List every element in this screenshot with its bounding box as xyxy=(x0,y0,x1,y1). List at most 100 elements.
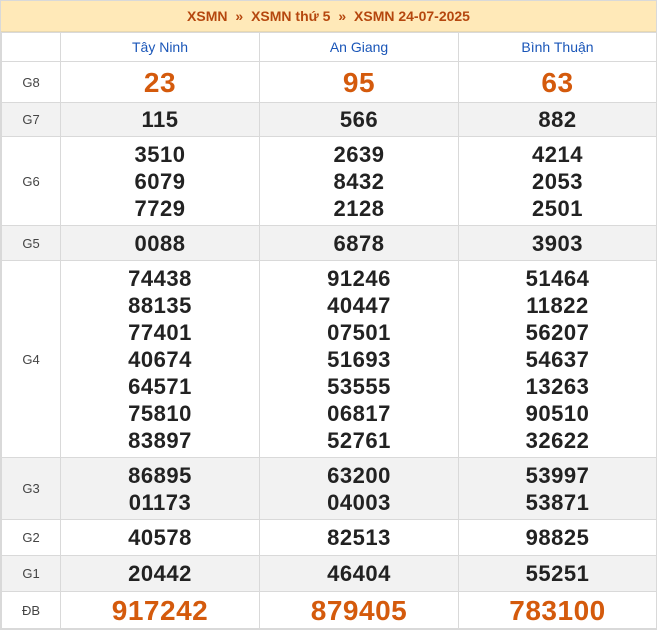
results-table: Tây Ninh An Giang Bình Thuận G8 23 95 63… xyxy=(1,32,657,629)
prize-value: 53997 53871 xyxy=(458,457,657,520)
prize-value: 566 xyxy=(259,102,459,137)
prize-row-special: ĐB 917242 879405 783100 xyxy=(1,591,657,629)
number: 40447 xyxy=(327,292,391,318)
number: 40674 xyxy=(128,346,192,372)
number: 40578 xyxy=(128,525,192,550)
number: 20442 xyxy=(128,561,192,586)
prize-value: 40578 xyxy=(60,519,260,556)
prize-value: 82513 xyxy=(259,519,459,556)
breadcrumb-link-date[interactable]: XSMN 24-07-2025 xyxy=(354,8,470,24)
number: 01173 xyxy=(128,489,192,515)
number: 56207 xyxy=(525,319,590,345)
prize-label: G8 xyxy=(1,61,61,103)
number: 879405 xyxy=(310,594,408,626)
breadcrumb-link-xsmn[interactable]: XSMN xyxy=(187,8,227,24)
prize-label: G1 xyxy=(1,555,61,592)
prize-value: 882 xyxy=(458,102,657,137)
province-binh-thuan[interactable]: Bình Thuận xyxy=(458,32,657,62)
number: 98825 xyxy=(525,525,590,550)
prize-row-g2: G2 40578 82513 98825 xyxy=(1,519,657,556)
number: 86895 xyxy=(128,462,192,488)
number: 917242 xyxy=(111,594,209,626)
number: 11822 xyxy=(526,292,589,318)
number: 82513 xyxy=(327,525,391,550)
prize-value: 3903 xyxy=(458,225,657,261)
number: 4214 xyxy=(532,141,583,167)
prize-value: 91246 40447 07501 51693 53555 06817 5276… xyxy=(259,260,459,458)
prize-row-g6: G6 3510 6079 7729 2639 8432 2128 4214 20… xyxy=(1,136,657,226)
prize-row-g8: G8 23 95 63 xyxy=(1,61,657,103)
prize-value: 63200 04003 xyxy=(259,457,459,520)
prize-label: G5 xyxy=(1,225,61,261)
breadcrumb: XSMN » XSMN thứ 5 » XSMN 24-07-2025 xyxy=(1,1,656,32)
jackpot-value: 917242 xyxy=(60,591,260,629)
number: 52761 xyxy=(327,427,391,453)
number: 06817 xyxy=(327,400,391,426)
prize-value: 2639 8432 2128 xyxy=(259,136,459,226)
number: 115 xyxy=(141,107,179,132)
prize-value: 20442 xyxy=(60,555,260,592)
number: 83897 xyxy=(128,427,192,453)
number: 77401 xyxy=(128,319,192,345)
number: 74438 xyxy=(128,265,192,291)
corner-cell xyxy=(1,32,61,62)
breadcrumb-separator: » xyxy=(235,8,244,24)
number: 2128 xyxy=(333,195,385,221)
number: 53555 xyxy=(327,373,391,399)
prize-label: G7 xyxy=(1,102,61,137)
number: 46404 xyxy=(327,561,391,586)
number: 53997 xyxy=(525,462,590,488)
number: 88135 xyxy=(128,292,192,318)
number: 2501 xyxy=(532,195,583,221)
number: 55251 xyxy=(525,561,590,586)
province-an-giang[interactable]: An Giang xyxy=(259,32,459,62)
breadcrumb-separator: » xyxy=(338,8,347,24)
prize-label: ĐB xyxy=(1,591,61,629)
number: 0088 xyxy=(134,230,186,256)
prize-value: 63 xyxy=(458,61,657,103)
prize-label: G6 xyxy=(1,136,61,226)
prize-row-g4: G4 74438 88135 77401 40674 64571 75810 8… xyxy=(1,260,657,458)
prize-row-g3: G3 86895 01173 63200 04003 53997 53871 xyxy=(1,457,657,520)
prize-label: G4 xyxy=(1,260,61,458)
number: 23 xyxy=(143,66,177,98)
number: 53871 xyxy=(525,489,590,515)
number: 63200 xyxy=(327,462,391,488)
number: 51693 xyxy=(327,346,391,372)
number: 54637 xyxy=(525,346,590,372)
number: 91246 xyxy=(327,265,391,291)
province-header-row: Tây Ninh An Giang Bình Thuận xyxy=(1,32,657,62)
prize-value: 46404 xyxy=(259,555,459,592)
number: 2053 xyxy=(532,168,583,194)
number: 6079 xyxy=(134,168,186,194)
number: 783100 xyxy=(509,594,606,626)
prize-value: 95 xyxy=(259,61,459,103)
province-tay-ninh[interactable]: Tây Ninh xyxy=(60,32,260,62)
prize-label: G3 xyxy=(1,457,61,520)
number: 95 xyxy=(342,66,376,98)
jackpot-value: 783100 xyxy=(458,591,657,629)
number: 04003 xyxy=(327,489,391,515)
number: 566 xyxy=(339,107,379,132)
number: 3510 xyxy=(134,141,186,167)
number: 51464 xyxy=(525,265,590,291)
number: 8432 xyxy=(333,168,385,194)
number: 32622 xyxy=(525,427,590,453)
number: 13263 xyxy=(525,373,590,399)
prize-row-g7: G7 115 566 882 xyxy=(1,102,657,137)
number: 882 xyxy=(538,107,577,132)
prize-value: 115 xyxy=(60,102,260,137)
prize-value: 74438 88135 77401 40674 64571 75810 8389… xyxy=(60,260,260,458)
prize-value: 3510 6079 7729 xyxy=(60,136,260,226)
prize-row-g1: G1 20442 46404 55251 xyxy=(1,555,657,592)
number: 7729 xyxy=(134,195,186,221)
results-panel: XSMN » XSMN thứ 5 » XSMN 24-07-2025 Tây … xyxy=(0,0,657,630)
number: 75810 xyxy=(128,400,192,426)
prize-label: G2 xyxy=(1,519,61,556)
breadcrumb-link-weekday[interactable]: XSMN thứ 5 xyxy=(251,8,330,24)
number: 63 xyxy=(541,66,574,98)
prize-row-g5: G5 0088 6878 3903 xyxy=(1,225,657,261)
prize-value: 86895 01173 xyxy=(60,457,260,520)
number: 6878 xyxy=(333,230,385,256)
number: 90510 xyxy=(525,400,590,426)
